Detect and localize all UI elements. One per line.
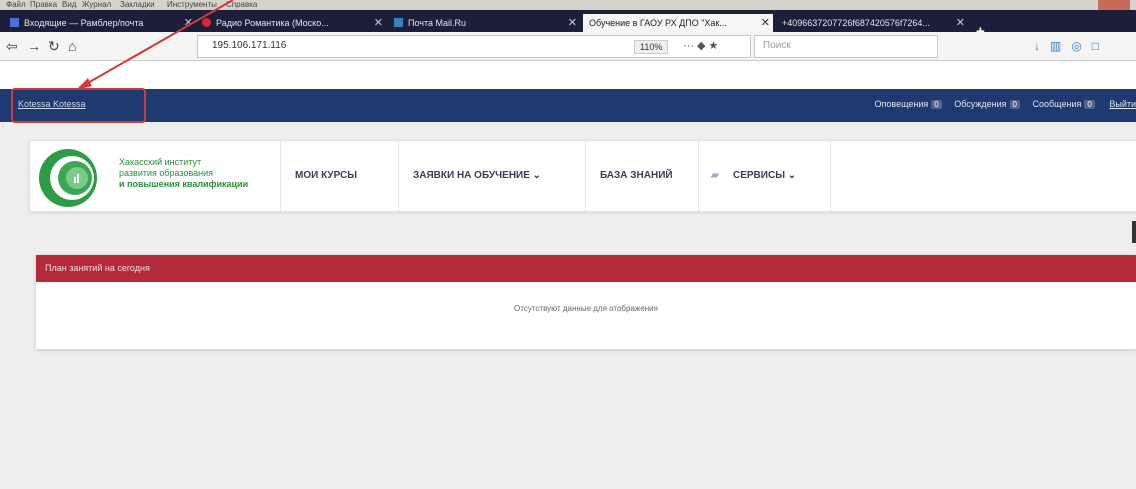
discussions-link[interactable]: Обсуждения (954, 99, 1006, 109)
today-plan-panel: План занятий на сегодня Отсутствуют данн… (36, 255, 1136, 349)
tab-label: Обучение в ГАОУ РХ ДПО "Хак... (589, 18, 727, 28)
browser-menu-bar: Файл Правка Вид Журнал Закладки Инструме… (0, 0, 1136, 10)
messages-link[interactable]: Сообщения (1033, 99, 1082, 109)
close-icon[interactable]: ✕ (761, 14, 770, 32)
menu-history[interactable]: Журнал (82, 0, 111, 10)
browser-nav-bar: ⇦ → ↻ ⌂ 195.106.171.116 110% ··· ◆ ★ Пои… (0, 32, 1136, 61)
back-icon[interactable]: ⇦ (6, 37, 18, 55)
toolbar-icons[interactable]: ↓▥◎□ (1034, 39, 1109, 53)
logo-line-2: развития образования (119, 168, 214, 178)
nav-my-courses[interactable]: МОИ КУРСЫ (280, 141, 371, 211)
mail-icon (10, 18, 19, 27)
menu-tools[interactable]: Инструменты (167, 0, 217, 10)
close-icon[interactable]: ✕ (374, 14, 383, 32)
browser-tab-bar: Входящие — Рамблер/почта ✕ Радио Романтик… (0, 10, 1136, 40)
annotation-highlight-box (11, 88, 146, 123)
reload-icon[interactable]: ↻ (48, 37, 60, 55)
radio-icon (202, 18, 211, 27)
site-header: Хакасский институт развития образования … (29, 140, 1136, 212)
tab-label: Входящие — Рамблер/почта (24, 18, 144, 28)
panel-title: План занятий на сегодня (45, 263, 150, 273)
tab-label: +4096637207726f687420576f7264... (782, 18, 930, 28)
menu-view[interactable]: Вид (62, 0, 76, 10)
logo-line-1: Хакасский институт (119, 157, 202, 167)
nav-services-label: СЕРВИСЫ ⌄ (733, 170, 797, 181)
url-text: 195.106.171.116 (212, 40, 287, 51)
panel-header: План занятий на сегодня (36, 255, 1136, 282)
search-input[interactable]: Поиск (754, 35, 938, 58)
menu-file[interactable]: Файл (6, 0, 26, 10)
logout-link[interactable]: Выйти (1109, 99, 1136, 109)
notification-counters: Оповещения 0 Обсуждения 0 Сообщения 0 Выйти (865, 99, 1136, 109)
tab-mail-ru[interactable]: Почта Mail.Ru ✕ (390, 14, 580, 32)
chat-icon: ▰ (711, 170, 719, 181)
notifications-badge: 0 (931, 100, 942, 109)
tab-label: Почта Mail.Ru (408, 18, 466, 28)
tab-rambler-mail[interactable]: Входящие — Рамблер/почта ✕ (6, 14, 196, 32)
site-top-bar: Kotessa Kotessa Оповещения 0 Обсуждения 0 … (0, 89, 1136, 122)
logo-line-3: и повышения квалификации (119, 179, 249, 189)
menu-edit[interactable]: Правка (30, 0, 57, 10)
institute-logo[interactable]: Хакасский институт развития образования … (32, 144, 296, 208)
tab-encoded-url[interactable]: +4096637207726f687420576f7264... ✕ (776, 14, 968, 32)
search-placeholder: Поиск (763, 40, 791, 51)
nav-divider (830, 141, 831, 211)
page-actions-icon[interactable]: ··· ◆ ★ (683, 39, 718, 52)
annotation-arrow-icon (76, 0, 234, 90)
close-icon[interactable]: ✕ (956, 14, 965, 32)
nav-knowledge-base[interactable]: БАЗА ЗНАНИЙ (585, 141, 687, 211)
tab-label: Радио Романтика (Моско... (216, 18, 329, 28)
messages-badge: 0 (1084, 100, 1095, 109)
nav-training-requests[interactable]: ЗАЯВКИ НА ОБУЧЕНИЕ ⌄ (398, 141, 555, 211)
scroll-indicator (1132, 221, 1136, 243)
menu-help[interactable]: Справка (226, 0, 257, 10)
nav-services[interactable]: ▰ СЕРВИСЫ ⌄ (698, 141, 810, 211)
forward-icon[interactable]: → (27, 37, 41, 55)
empty-state-text: Отсутствуют данные для отображения (514, 304, 658, 313)
tab-training-active[interactable]: Обучение в ГАОУ РХ ДПО "Хак... ✕ (583, 14, 773, 32)
logo-text: Хакасский институт развития образования … (119, 157, 248, 190)
address-bar[interactable]: 195.106.171.116 110% ··· ◆ ★ (197, 35, 751, 58)
menu-bookmarks[interactable]: Закладки (120, 0, 155, 10)
notifications-link[interactable]: Оповещения (875, 99, 929, 109)
home-icon[interactable]: ⌂ (68, 37, 76, 55)
window-close-button[interactable] (1098, 0, 1130, 10)
zoom-indicator[interactable]: 110% (634, 40, 669, 54)
close-icon[interactable]: ✕ (184, 14, 193, 32)
tab-radio-romantika[interactable]: Радио Романтика (Моско... ✕ (198, 14, 386, 32)
discussions-badge: 0 (1009, 100, 1020, 109)
mail-ru-icon (394, 18, 403, 27)
close-icon[interactable]: ✕ (568, 14, 577, 32)
